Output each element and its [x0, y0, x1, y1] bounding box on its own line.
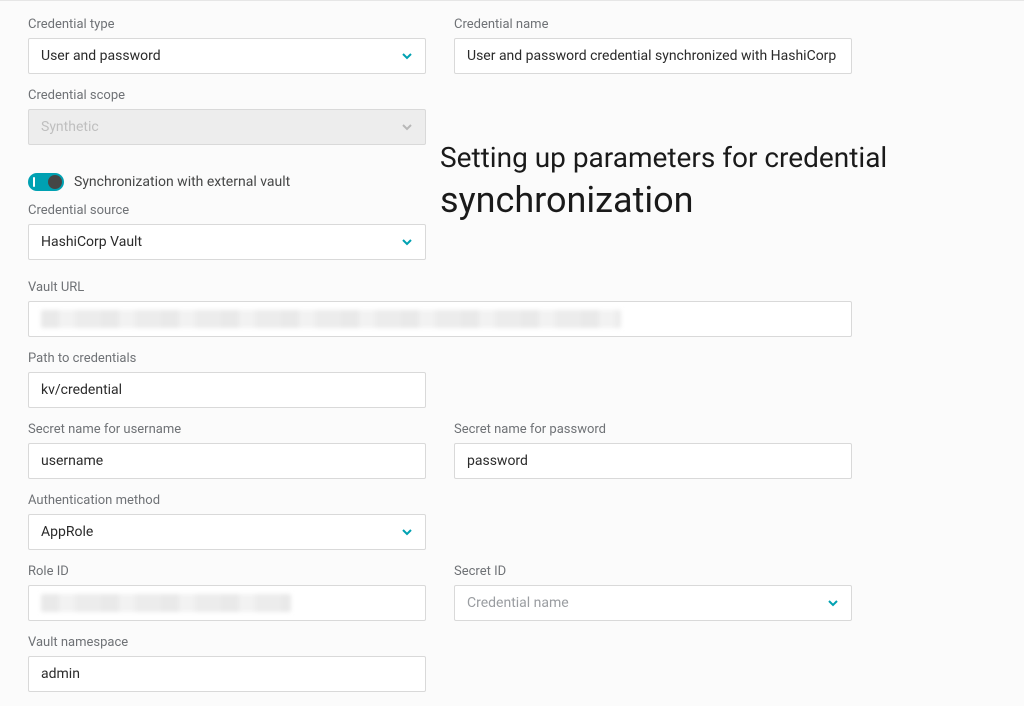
role-id-field: Role ID	[28, 564, 426, 621]
role-id-label: Role ID	[28, 564, 426, 579]
secret-password-value: password	[467, 453, 528, 469]
secret-username-input[interactable]: username	[28, 443, 426, 479]
credential-name-input[interactable]: User and password credential synchronize…	[454, 38, 852, 74]
vault-namespace-label: Vault namespace	[28, 635, 426, 650]
vault-url-input[interactable]	[28, 301, 852, 337]
secret-username-label: Secret name for username	[28, 422, 426, 437]
vault-namespace-field: Vault namespace admin	[28, 635, 426, 692]
vault-namespace-input[interactable]: admin	[28, 656, 426, 692]
vault-url-label: Vault URL	[28, 280, 996, 295]
credential-type-select[interactable]: User and password	[28, 38, 426, 74]
credential-source-value: HashiCorp Vault	[41, 234, 142, 250]
role-id-input[interactable]	[28, 585, 426, 621]
credential-source-field: Credential source HashiCorp Vault	[28, 203, 426, 260]
credential-source-label: Credential source	[28, 203, 426, 218]
credential-scope-select: Synthetic	[28, 109, 426, 145]
secret-username-value: username	[41, 453, 103, 469]
path-to-credentials-label: Path to credentials	[28, 351, 426, 366]
credential-type-label: Credential type	[28, 17, 426, 32]
credential-type-field: Credential type User and password	[28, 17, 426, 74]
auth-method-field: Authentication method AppRole	[28, 493, 426, 550]
auth-method-value: AppRole	[41, 524, 93, 540]
vault-url-field: Vault URL	[28, 280, 996, 337]
path-to-credentials-value: kv/credential	[41, 382, 122, 398]
auth-method-label: Authentication method	[28, 493, 426, 508]
credential-source-select[interactable]: HashiCorp Vault	[28, 224, 426, 260]
redacted-content	[41, 310, 621, 328]
sync-toggle-label: Synchronization with external vault	[74, 174, 290, 190]
secret-id-label: Secret ID	[454, 564, 852, 579]
page-heading: Setting up parameters for credential syn…	[440, 141, 1000, 222]
path-to-credentials-input[interactable]: kv/credential	[28, 372, 426, 408]
credential-type-value: User and password	[41, 48, 161, 64]
chevron-down-icon	[827, 597, 839, 609]
redacted-content	[41, 594, 291, 612]
chevron-down-icon	[401, 526, 413, 538]
credential-scope-value: Synthetic	[41, 119, 99, 135]
secret-id-field: Secret ID Credential name	[454, 564, 852, 621]
secret-password-label: Secret name for password	[454, 422, 852, 437]
secret-username-field: Secret name for username username	[28, 422, 426, 479]
chevron-down-icon	[401, 236, 413, 248]
credential-scope-field: Credential scope Synthetic	[28, 88, 426, 145]
page-heading-line2: synchronization	[440, 179, 1000, 222]
credential-name-label: Credential name	[454, 17, 852, 32]
credential-name-field: Credential name User and password creden…	[454, 17, 852, 74]
secret-id-placeholder: Credential name	[467, 595, 569, 611]
secret-password-input[interactable]: password	[454, 443, 852, 479]
secret-id-select[interactable]: Credential name	[454, 585, 852, 621]
auth-method-select[interactable]: AppRole	[28, 514, 426, 550]
page-heading-line1: Setting up parameters for credential	[440, 141, 1000, 175]
path-to-credentials-field: Path to credentials kv/credential	[28, 351, 426, 408]
credential-scope-label: Credential scope	[28, 88, 426, 103]
credential-name-value: User and password credential synchronize…	[467, 48, 836, 64]
sync-toggle[interactable]	[28, 173, 64, 191]
chevron-down-icon	[401, 50, 413, 62]
chevron-down-icon	[401, 121, 413, 133]
secret-password-field: Secret name for password password	[454, 422, 852, 479]
vault-namespace-value: admin	[41, 666, 80, 682]
